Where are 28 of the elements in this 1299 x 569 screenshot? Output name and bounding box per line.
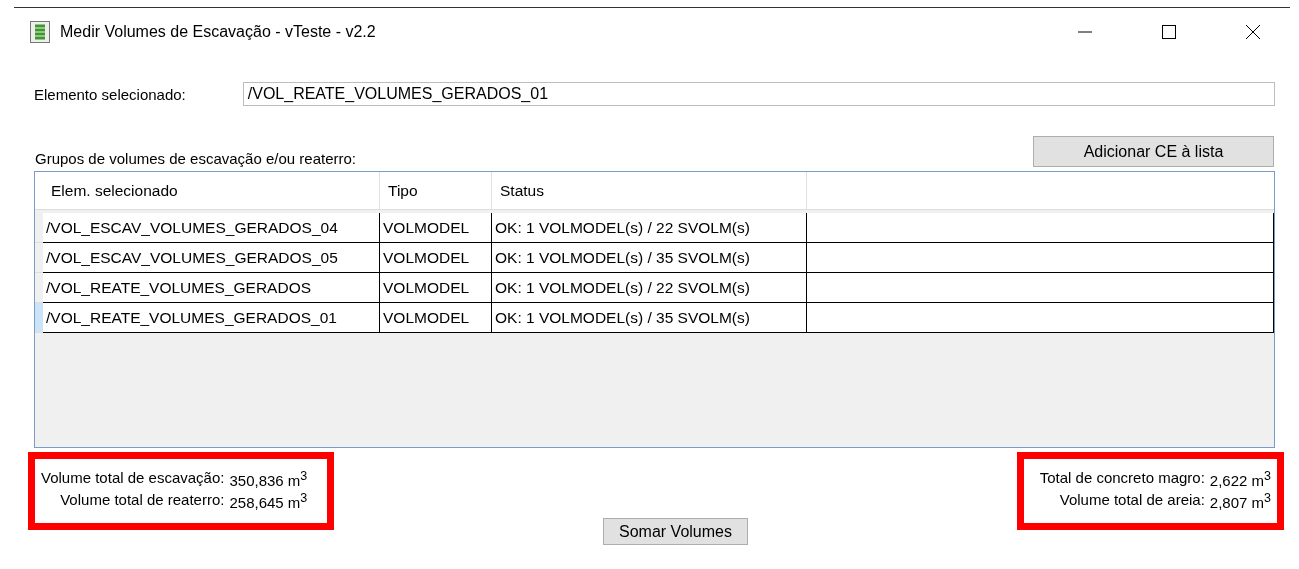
column-header[interactable]: Status [492,172,807,209]
column-header[interactable]: Elem. selecionado [43,172,380,209]
selected-element-field[interactable]: /VOL_REATE_VOLUMES_GERADOS_01 [242,82,1275,106]
sum-button[interactable]: Somar Volumes [603,518,748,545]
row-header[interactable] [35,213,43,243]
table-cell: VOLMODEL [380,303,492,333]
total-label: Total de concreto magro: [1039,469,1205,488]
column-header[interactable]: Tipo [380,172,492,209]
total-label: Volume total de areia: [1058,491,1205,510]
total-label: Volume total de reaterro: [59,491,225,510]
table-cell: /VOL_REATE_VOLUMES_GERADOS_01 [43,303,380,333]
table-cell: OK: 1 VOLMODEL(s) / 35 SVOLM(s) [492,303,807,333]
close-icon [1245,24,1261,40]
total-value: 2,622 m$^{3}$ [1209,469,1271,489]
total-value: 258,645 m$^{3}$ [229,491,308,511]
section-label: Grupos de volumes de escavação e/ou reaterro: [35,150,356,167]
field-label: Elemento selecionado: [34,85,186,103]
total-label: Volume total de escavação: [41,469,225,488]
total-value: 2,807 m$^{3}$ [1209,491,1271,511]
total-value: 350,836 m$^{3}$ [229,469,308,489]
app-icon [30,21,50,43]
row-header[interactable] [35,303,43,333]
add-button[interactable]: Adicionar CE à lista [1033,136,1274,167]
minimize-icon [1077,31,1093,33]
row-header[interactable] [35,243,43,273]
window-title: Medir Volumes de Escavação - vTeste - v2.2 [60,23,377,41]
row-header[interactable] [35,273,43,303]
maximize-icon [1161,24,1177,40]
